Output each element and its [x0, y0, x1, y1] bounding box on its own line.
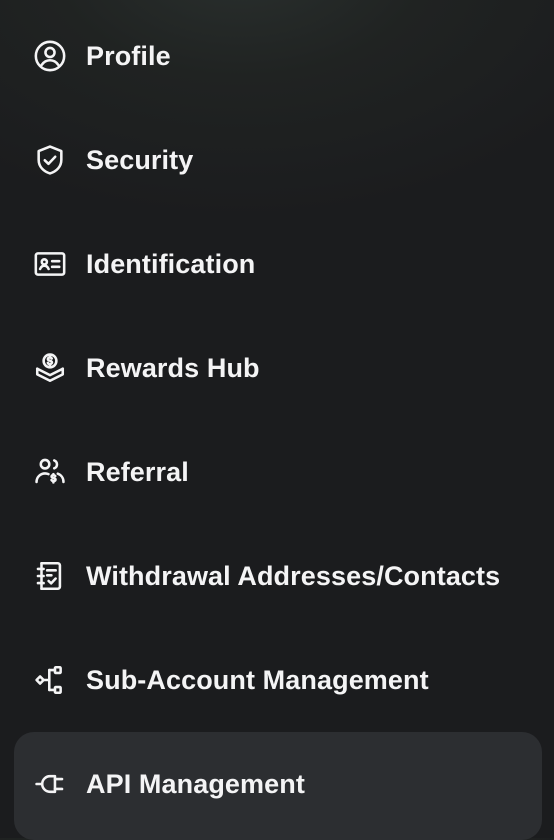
- menu-item-referral[interactable]: Referral: [0, 420, 554, 524]
- menu-item-sub-account-management[interactable]: Sub-Account Management: [0, 628, 554, 732]
- menu-item-api-management[interactable]: API Management: [0, 732, 554, 840]
- menu-item-withdrawal-addresses[interactable]: Withdrawal Addresses/Contacts: [0, 524, 554, 628]
- referral-users-icon: [32, 454, 68, 490]
- menu-item-label: Profile: [86, 40, 171, 71]
- menu-item-rewards-hub[interactable]: Rewards Hub: [0, 316, 554, 420]
- menu-item-identification[interactable]: Identification: [0, 212, 554, 316]
- menu-item-label: Identification: [86, 248, 256, 279]
- id-card-icon: [32, 246, 68, 282]
- menu-item-label: Sub-Account Management: [86, 664, 429, 695]
- address-book-icon: [32, 558, 68, 594]
- menu-item-label: Referral: [86, 456, 189, 487]
- api-plug-icon: [32, 766, 68, 802]
- shield-check-icon: [32, 142, 68, 178]
- rewards-coin-icon: [32, 350, 68, 386]
- menu-item-profile[interactable]: Profile: [0, 4, 554, 108]
- sub-account-tree-icon: [32, 662, 68, 698]
- menu-item-label: API Management: [86, 768, 305, 799]
- settings-menu: Profile Security Identification Rewards …: [0, 4, 554, 840]
- user-circle-icon: [32, 38, 68, 74]
- menu-item-label: Withdrawal Addresses/Contacts: [86, 560, 501, 591]
- menu-item-label: Security: [86, 144, 194, 175]
- menu-item-label: Rewards Hub: [86, 352, 260, 383]
- menu-item-security[interactable]: Security: [0, 108, 554, 212]
